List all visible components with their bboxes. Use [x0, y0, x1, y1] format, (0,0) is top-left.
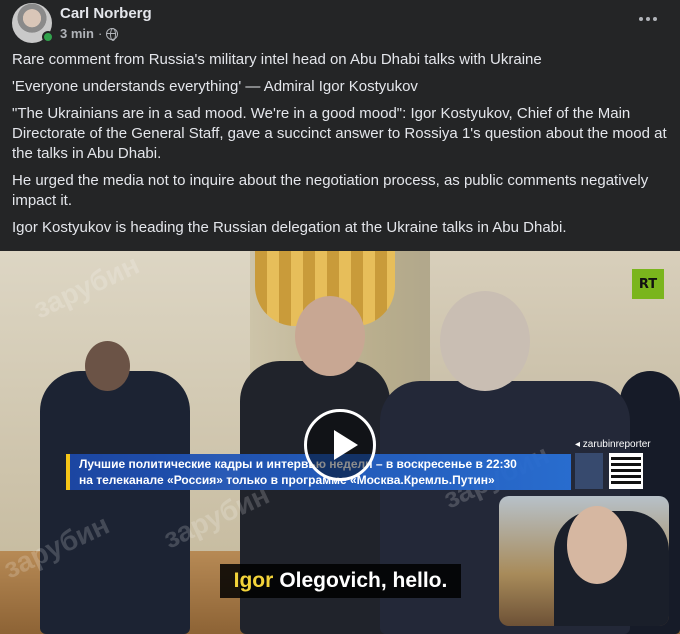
pip-face — [567, 506, 627, 584]
reporter-thumbnail — [575, 453, 603, 489]
qr-code-icon — [609, 453, 643, 489]
banner-line-1: Лучшие политические кадры и интервью нед… — [79, 457, 517, 471]
post-meta: Carl Norberg 3 min · — [60, 4, 152, 42]
post-paragraph-1: Rare comment from Russia's military inte… — [12, 51, 542, 68]
post-paragraph-3: "The Ukrainians are in a sad mood. We're… — [12, 105, 667, 162]
person-figure — [40, 371, 190, 634]
post-header: Carl Norberg 3 min · — [12, 3, 668, 43]
avatar[interactable] — [12, 3, 54, 43]
channel-logo: RT — [632, 269, 664, 299]
video-player[interactable]: зарубин зарубин зарубин зарубин RT Лучши… — [0, 251, 680, 634]
separator-dot: · — [97, 26, 103, 41]
post-text: Rare comment from Russia's military inte… — [12, 50, 668, 245]
post-paragraph-2: 'Everyone understands everything' — Admi… — [12, 78, 418, 95]
post-subline: 3 min · — [60, 25, 152, 42]
subtitle-text: Olegovich, hello. — [279, 569, 448, 592]
globe-icon[interactable] — [106, 27, 119, 41]
qr-promo: ◂ zarubinreporter — [573, 439, 673, 491]
post-paragraph-4: He urged the media not to inquire about … — [12, 172, 649, 209]
subtitle-highlight: Igor — [233, 569, 274, 592]
play-icon[interactable] — [304, 409, 376, 481]
picture-in-picture — [499, 496, 669, 626]
person-head — [85, 341, 130, 391]
telegram-handle: ◂ zarubinreporter — [575, 439, 651, 450]
post-timestamp[interactable]: 3 min — [60, 25, 94, 42]
author-name[interactable]: Carl Norberg — [60, 4, 152, 23]
banner-line-2: на телеканале «Россия» только в программ… — [79, 473, 495, 487]
more-options-icon[interactable] — [634, 9, 662, 29]
video-subtitle: Igor Olegovich, hello. — [220, 564, 461, 598]
person-head — [295, 296, 365, 376]
person-head — [440, 291, 530, 391]
post-paragraph-5: Igor Kostyukov is heading the Russian de… — [12, 219, 567, 236]
online-status-badge — [42, 31, 54, 43]
